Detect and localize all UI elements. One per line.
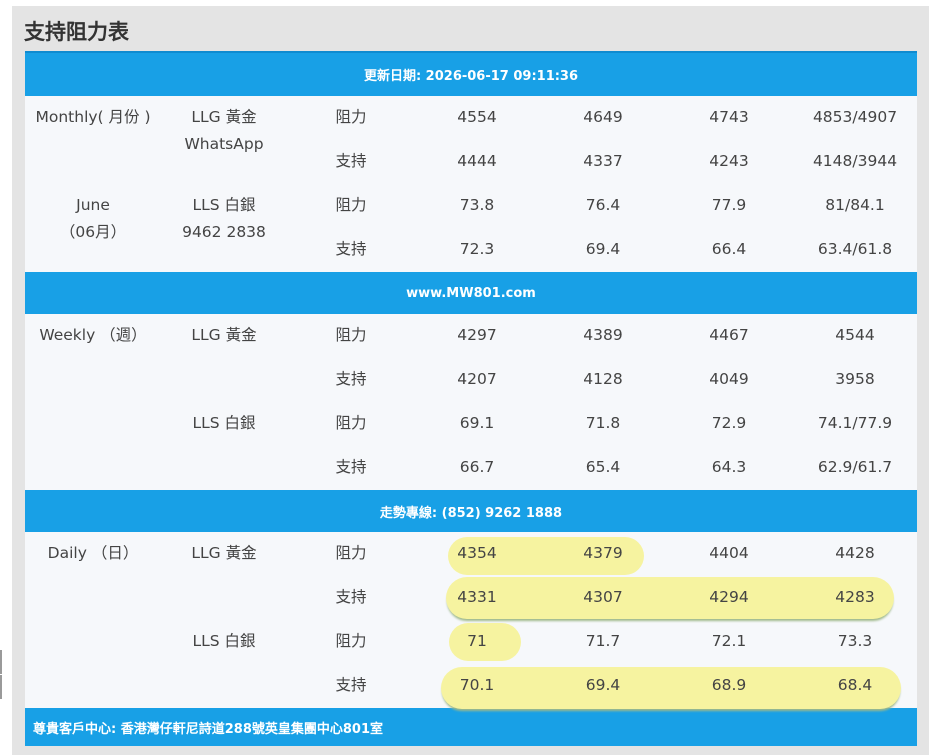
level-value: 74.1/77.9 xyxy=(817,414,893,432)
level-value: 4544 xyxy=(835,326,875,344)
level-value: 4283 xyxy=(835,588,875,606)
phone-number: 9462 2838 xyxy=(182,223,266,241)
level-value: 4404 xyxy=(709,544,749,562)
level-value: 72.3 xyxy=(459,240,495,258)
footer-bar: 尊貴客戶中心: 香港灣仔軒尼詩道288號英皇集團中心801室 xyxy=(25,708,917,746)
month-label: June xyxy=(76,196,110,214)
row-type-label: 支持 xyxy=(335,240,367,258)
highlight-mark xyxy=(446,577,894,619)
level-value: 4148/3944 xyxy=(812,152,898,170)
level-value: 4444 xyxy=(457,152,497,170)
highlight-mark xyxy=(441,667,901,709)
row-type-label: 支持 xyxy=(335,152,367,170)
row-type-label: 阻力 xyxy=(335,108,367,126)
daily-section: Daily （日） LLG 黃金 LLS 白銀 阻力 4354 4379 4404 4428 支… xyxy=(25,532,917,709)
silver-label: LLS 白銀 xyxy=(192,632,256,650)
row-type-label: 支持 xyxy=(335,676,367,694)
level-value: 68.4 xyxy=(837,676,873,694)
level-value: 4294 xyxy=(709,588,749,606)
level-value: 73.8 xyxy=(459,196,495,214)
row-type-label: 阻力 xyxy=(335,544,367,562)
level-value: 71.7 xyxy=(585,632,621,650)
level-value: 4743 xyxy=(709,108,749,126)
level-value: 69.4 xyxy=(585,676,621,694)
edge-tick xyxy=(0,650,2,674)
row-type-label: 阻力 xyxy=(335,414,367,432)
level-value: 66.4 xyxy=(711,240,747,258)
level-value: 4297 xyxy=(457,326,497,344)
month-cn-label: （06月） xyxy=(59,223,127,241)
level-value: 71.8 xyxy=(585,414,621,432)
level-value: 4128 xyxy=(583,370,623,388)
level-value: 73.3 xyxy=(837,632,873,650)
level-value: 65.4 xyxy=(585,458,621,476)
level-value: 62.9/61.7 xyxy=(817,458,893,476)
level-value: 3958 xyxy=(835,370,875,388)
hotline-text: 走勢專線: (852) 9262 1888 xyxy=(379,505,563,521)
level-value: 63.4/61.8 xyxy=(817,240,893,258)
row-type-label: 支持 xyxy=(335,588,367,606)
level-value: 4428 xyxy=(835,544,875,562)
left-edge xyxy=(0,0,12,755)
silver-label: LLS 白銀 xyxy=(192,196,256,214)
monthly-section: Monthly( 月份 ) June （06月） LLG 黃金 WhatsApp LLS … xyxy=(25,96,917,272)
page-title: 支持阻力表 xyxy=(24,20,129,44)
level-value: 4379 xyxy=(583,544,623,562)
row-type-label: 支持 xyxy=(335,458,367,476)
weekly-section: Weekly （週） LLG 黃金 LLS 白銀 阻力 4297 4389 4467 4544… xyxy=(25,314,917,490)
level-value: 4354 xyxy=(457,544,497,562)
level-value: 4243 xyxy=(709,152,749,170)
gold-label: LLG 黃金 xyxy=(191,326,257,344)
level-value: 4331 xyxy=(457,588,497,606)
level-value: 66.7 xyxy=(459,458,495,476)
level-value: 77.9 xyxy=(711,196,747,214)
level-value: 69.4 xyxy=(585,240,621,258)
level-value: 4467 xyxy=(709,326,749,344)
level-value: 4049 xyxy=(709,370,749,388)
level-value: 4389 xyxy=(583,326,623,344)
row-type-label: 阻力 xyxy=(335,326,367,344)
updated-date: 更新日期: 2026-06-17 09:11:36 xyxy=(363,69,579,84)
edge-tick xyxy=(0,675,2,699)
level-value: 72.1 xyxy=(711,632,747,650)
period-label: Daily （日） xyxy=(47,544,139,562)
level-value: 4554 xyxy=(457,108,497,126)
level-value: 71 xyxy=(467,632,487,650)
gold-label: LLG 黃金 xyxy=(191,108,257,126)
level-value: 4853/4907 xyxy=(812,108,898,126)
row-type-label: 阻力 xyxy=(335,196,367,214)
level-value: 70.1 xyxy=(459,676,495,694)
level-value: 64.3 xyxy=(711,458,747,476)
level-value: 72.9 xyxy=(711,414,747,432)
period-label: Weekly （週） xyxy=(39,326,147,344)
level-value: 76.4 xyxy=(585,196,621,214)
website-bar: www.MW801.com xyxy=(25,272,917,314)
website-link[interactable]: www.MW801.com xyxy=(406,286,536,301)
period-label: Monthly( 月份 ) xyxy=(35,108,151,126)
level-value: 4649 xyxy=(583,108,623,126)
footer-address: 尊貴客戶中心: 香港灣仔軒尼詩道288號英皇集團中心801室 xyxy=(33,721,383,737)
support-resistance-table: 更新日期: 2026-06-17 09:11:36 Monthly( 月份 ) J… xyxy=(25,51,917,746)
level-value: 81/84.1 xyxy=(825,196,885,214)
hotline-bar: 走勢專線: (852) 9262 1888 xyxy=(25,490,917,532)
level-value: 4207 xyxy=(457,370,497,388)
row-type-label: 支持 xyxy=(335,370,367,388)
level-value: 68.9 xyxy=(711,676,747,694)
level-value: 4337 xyxy=(583,152,623,170)
updated-bar: 更新日期: 2026-06-17 09:11:36 xyxy=(25,51,917,96)
row-type-label: 阻力 xyxy=(335,632,367,650)
whatsapp-label: WhatsApp xyxy=(184,135,264,153)
silver-label: LLS 白銀 xyxy=(192,414,256,432)
level-value: 4307 xyxy=(583,588,623,606)
gold-label: LLG 黃金 xyxy=(191,544,257,562)
level-value: 69.1 xyxy=(459,414,495,432)
